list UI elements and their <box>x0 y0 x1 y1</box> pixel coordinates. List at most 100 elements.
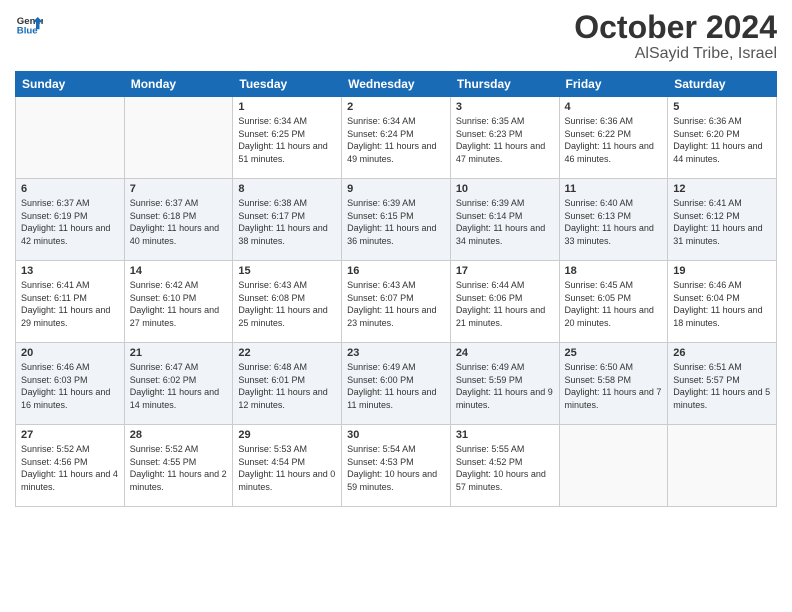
header-row: Sunday Monday Tuesday Wednesday Thursday… <box>16 72 777 97</box>
day-cell <box>668 425 777 507</box>
col-saturday: Saturday <box>668 72 777 97</box>
day-number: 21 <box>130 347 228 359</box>
day-info: Sunrise: 6:48 AM Sunset: 6:01 PM Dayligh… <box>238 361 336 411</box>
day-number: 10 <box>456 183 554 195</box>
day-number: 28 <box>130 429 228 441</box>
day-info: Sunrise: 6:42 AM Sunset: 6:10 PM Dayligh… <box>130 279 228 329</box>
header: General Blue October 2024 AlSayid Tribe,… <box>15 10 777 63</box>
week-row-3: 13 Sunrise: 6:41 AM Sunset: 6:11 PM Dayli… <box>16 261 777 343</box>
day-number: 27 <box>21 429 119 441</box>
day-cell: 29 Sunrise: 5:53 AM Sunset: 4:54 PM Dayli… <box>233 425 342 507</box>
day-number: 5 <box>673 101 771 113</box>
day-info: Sunrise: 6:43 AM Sunset: 6:08 PM Dayligh… <box>238 279 336 329</box>
day-cell: 22 Sunrise: 6:48 AM Sunset: 6:01 PM Dayli… <box>233 343 342 425</box>
day-number: 23 <box>347 347 445 359</box>
day-info: Sunrise: 6:45 AM Sunset: 6:05 PM Dayligh… <box>565 279 663 329</box>
day-number: 25 <box>565 347 663 359</box>
day-cell <box>124 97 233 179</box>
day-info: Sunrise: 5:53 AM Sunset: 4:54 PM Dayligh… <box>238 443 336 493</box>
day-cell: 27 Sunrise: 5:52 AM Sunset: 4:56 PM Dayli… <box>16 425 125 507</box>
week-row-2: 6 Sunrise: 6:37 AM Sunset: 6:19 PM Daylig… <box>16 179 777 261</box>
day-info: Sunrise: 6:34 AM Sunset: 6:25 PM Dayligh… <box>238 115 336 165</box>
day-info: Sunrise: 6:34 AM Sunset: 6:24 PM Dayligh… <box>347 115 445 165</box>
day-cell: 8Sunrise: 6:38 AM Sunset: 6:17 PM Daylig… <box>233 179 342 261</box>
day-info: Sunrise: 5:52 AM Sunset: 4:55 PM Dayligh… <box>130 443 228 493</box>
day-cell: 7Sunrise: 6:37 AM Sunset: 6:18 PM Daylig… <box>124 179 233 261</box>
day-number: 19 <box>673 265 771 277</box>
day-cell <box>559 425 668 507</box>
week-row-4: 20Sunrise: 6:46 AM Sunset: 6:03 PM Dayli… <box>16 343 777 425</box>
day-cell: 16 Sunrise: 6:43 AM Sunset: 6:07 PM Dayli… <box>342 261 451 343</box>
day-info: Sunrise: 6:49 AM Sunset: 5:59 PM Dayligh… <box>456 361 554 411</box>
day-cell: 28 Sunrise: 5:52 AM Sunset: 4:55 PM Dayli… <box>124 425 233 507</box>
day-cell: 15 Sunrise: 6:43 AM Sunset: 6:08 PM Dayli… <box>233 261 342 343</box>
day-info: Sunrise: 6:36 AM Sunset: 6:22 PM Dayligh… <box>565 115 663 165</box>
col-monday: Monday <box>124 72 233 97</box>
day-number: 4 <box>565 101 663 113</box>
week-row-1: 1 Sunrise: 6:34 AM Sunset: 6:25 PM Daylig… <box>16 97 777 179</box>
day-info: Sunrise: 6:41 AM Sunset: 6:11 PM Dayligh… <box>21 279 119 329</box>
day-cell: 3 Sunrise: 6:35 AM Sunset: 6:23 PM Daylig… <box>450 97 559 179</box>
day-number: 22 <box>238 347 336 359</box>
day-info: Sunrise: 6:37 AM Sunset: 6:19 PM Dayligh… <box>21 197 119 247</box>
day-cell: 4 Sunrise: 6:36 AM Sunset: 6:22 PM Daylig… <box>559 97 668 179</box>
day-number: 16 <box>347 265 445 277</box>
day-number: 18 <box>565 265 663 277</box>
day-info: Sunrise: 6:43 AM Sunset: 6:07 PM Dayligh… <box>347 279 445 329</box>
day-number: 15 <box>238 265 336 277</box>
day-cell: 21 Sunrise: 6:47 AM Sunset: 6:02 PM Dayli… <box>124 343 233 425</box>
day-number: 1 <box>238 101 336 113</box>
day-info: Sunrise: 6:38 AM Sunset: 6:17 PM Dayligh… <box>238 197 336 247</box>
day-cell: 26 Sunrise: 6:51 AM Sunset: 5:57 PM Dayli… <box>668 343 777 425</box>
day-info: Sunrise: 5:52 AM Sunset: 4:56 PM Dayligh… <box>21 443 119 493</box>
col-thursday: Thursday <box>450 72 559 97</box>
col-friday: Friday <box>559 72 668 97</box>
day-info: Sunrise: 6:49 AM Sunset: 6:00 PM Dayligh… <box>347 361 445 411</box>
day-number: 13 <box>21 265 119 277</box>
day-info: Sunrise: 6:39 AM Sunset: 6:15 PM Dayligh… <box>347 197 445 247</box>
day-info: Sunrise: 6:35 AM Sunset: 6:23 PM Dayligh… <box>456 115 554 165</box>
month-title: October 2024 <box>574 10 777 45</box>
day-info: Sunrise: 5:54 AM Sunset: 4:53 PM Dayligh… <box>347 443 445 493</box>
day-number: 24 <box>456 347 554 359</box>
day-number: 7 <box>130 183 228 195</box>
day-cell: 31 Sunrise: 5:55 AM Sunset: 4:52 PM Dayli… <box>450 425 559 507</box>
day-cell: 11 Sunrise: 6:40 AM Sunset: 6:13 PM Dayli… <box>559 179 668 261</box>
col-wednesday: Wednesday <box>342 72 451 97</box>
day-cell: 23 Sunrise: 6:49 AM Sunset: 6:00 PM Dayli… <box>342 343 451 425</box>
day-cell: 9Sunrise: 6:39 AM Sunset: 6:15 PM Daylig… <box>342 179 451 261</box>
title-block: October 2024 AlSayid Tribe, Israel <box>574 10 777 63</box>
col-tuesday: Tuesday <box>233 72 342 97</box>
day-number: 26 <box>673 347 771 359</box>
day-cell: 24 Sunrise: 6:49 AM Sunset: 5:59 PM Dayli… <box>450 343 559 425</box>
day-number: 31 <box>456 429 554 441</box>
day-number: 6 <box>21 183 119 195</box>
day-info: Sunrise: 6:40 AM Sunset: 6:13 PM Dayligh… <box>565 197 663 247</box>
day-cell <box>16 97 125 179</box>
day-cell: 20Sunrise: 6:46 AM Sunset: 6:03 PM Dayli… <box>16 343 125 425</box>
day-info: Sunrise: 6:44 AM Sunset: 6:06 PM Dayligh… <box>456 279 554 329</box>
day-number: 11 <box>565 183 663 195</box>
day-cell: 1 Sunrise: 6:34 AM Sunset: 6:25 PM Daylig… <box>233 97 342 179</box>
day-info: Sunrise: 6:47 AM Sunset: 6:02 PM Dayligh… <box>130 361 228 411</box>
day-number: 3 <box>456 101 554 113</box>
calendar: Sunday Monday Tuesday Wednesday Thursday… <box>15 71 777 507</box>
day-info: Sunrise: 6:36 AM Sunset: 6:20 PM Dayligh… <box>673 115 771 165</box>
day-info: Sunrise: 6:46 AM Sunset: 6:04 PM Dayligh… <box>673 279 771 329</box>
logo-icon: General Blue <box>15 10 43 38</box>
day-cell: 2Sunrise: 6:34 AM Sunset: 6:24 PM Daylig… <box>342 97 451 179</box>
day-number: 29 <box>238 429 336 441</box>
logo: General Blue <box>15 10 43 38</box>
day-number: 12 <box>673 183 771 195</box>
day-number: 17 <box>456 265 554 277</box>
day-info: Sunrise: 6:51 AM Sunset: 5:57 PM Dayligh… <box>673 361 771 411</box>
svg-text:Blue: Blue <box>17 26 38 37</box>
day-info: Sunrise: 6:50 AM Sunset: 5:58 PM Dayligh… <box>565 361 663 411</box>
day-cell: 6 Sunrise: 6:37 AM Sunset: 6:19 PM Daylig… <box>16 179 125 261</box>
day-info: Sunrise: 6:41 AM Sunset: 6:12 PM Dayligh… <box>673 197 771 247</box>
day-info: Sunrise: 5:55 AM Sunset: 4:52 PM Dayligh… <box>456 443 554 493</box>
day-cell: 10Sunrise: 6:39 AM Sunset: 6:14 PM Dayli… <box>450 179 559 261</box>
day-cell: 12 Sunrise: 6:41 AM Sunset: 6:12 PM Dayli… <box>668 179 777 261</box>
day-cell: 25 Sunrise: 6:50 AM Sunset: 5:58 PM Dayli… <box>559 343 668 425</box>
col-sunday: Sunday <box>16 72 125 97</box>
